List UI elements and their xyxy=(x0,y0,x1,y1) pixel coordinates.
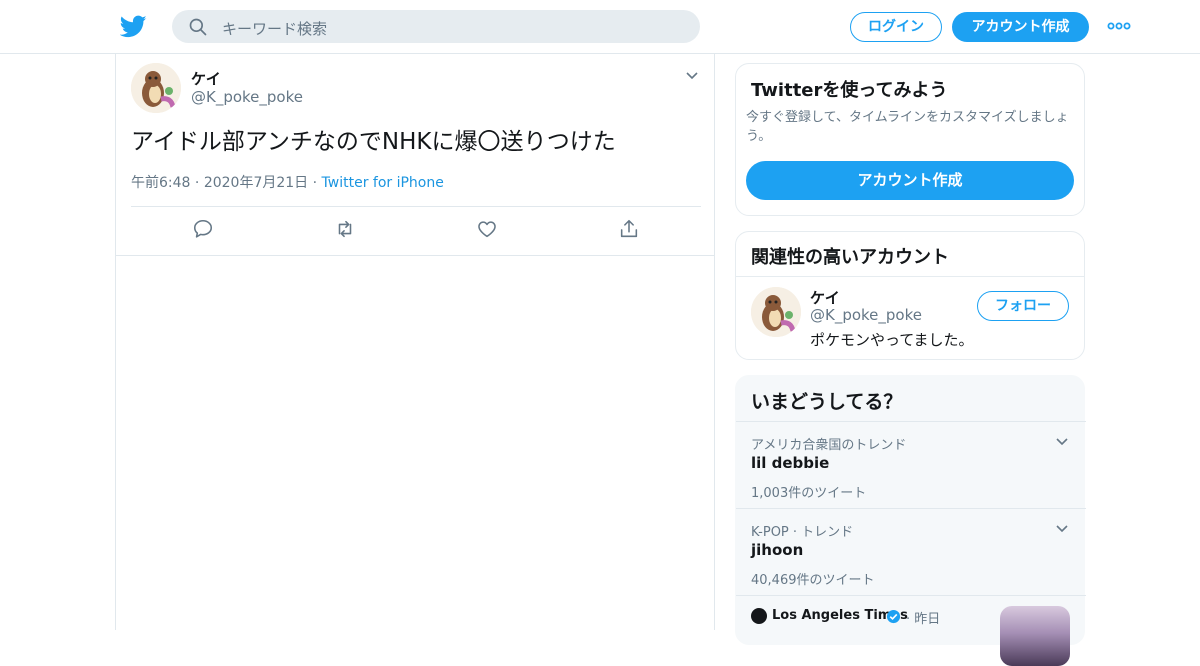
chevron-down-icon[interactable] xyxy=(684,68,700,84)
avatar[interactable] xyxy=(751,287,801,337)
avatar-image-icon xyxy=(751,287,801,337)
meta-separator: · xyxy=(312,175,322,191)
signup-button[interactable]: アカウント作成 xyxy=(952,12,1089,42)
related-account-handle[interactable]: @K_poke_poke xyxy=(810,306,922,324)
more-icon[interactable] xyxy=(1107,16,1131,36)
follow-button[interactable]: フォロー xyxy=(977,291,1069,321)
tweet-author-handle[interactable]: @K_poke_poke xyxy=(191,88,303,106)
tweet-text: アイドル部アンチなのでNHKに爆〇送りつけた xyxy=(131,129,616,155)
tweet-source-link[interactable]: Twitter for iPhone xyxy=(322,175,444,191)
top-navigation-bar: キーワード検索 ログイン アカウント作成 xyxy=(0,0,1200,54)
verified-badge-icon xyxy=(886,609,901,624)
related-account-name[interactable]: ケイ xyxy=(810,287,840,308)
search-box[interactable]: キーワード検索 xyxy=(172,10,700,43)
trend-item[interactable]: K-POP · トレンド jihoon 40,469件のツイート xyxy=(736,508,1086,595)
trend-count: 1,003件のツイート xyxy=(751,486,867,501)
meta-separator: · xyxy=(194,175,204,191)
search-icon xyxy=(189,18,207,36)
avatar[interactable] xyxy=(131,63,181,113)
publisher-logo-icon xyxy=(751,608,767,624)
news-item[interactable]: Los Angeles Times · 昨日 xyxy=(736,595,1086,666)
related-accounts-card: 関連性の高いアカウント ケイ @K_poke_poke ポケモンやってました。 … xyxy=(735,231,1085,360)
tweet-time[interactable]: 午前6:48 xyxy=(131,175,190,191)
heart-icon[interactable] xyxy=(476,218,498,240)
trend-count: 40,469件のツイート xyxy=(751,573,875,588)
tweet-date[interactable]: 2020年7月21日 xyxy=(204,175,308,191)
related-account-bio: ポケモンやってました。 xyxy=(810,331,974,349)
trend-item[interactable]: アメリカ合衆国のトレンド lil debbie 1,003件のツイート xyxy=(736,421,1086,508)
divider xyxy=(736,276,1084,277)
tweet-detail-column: ケイ @K_poke_poke アイドル部アンチなのでNHKに爆〇送りつけた 午… xyxy=(115,54,715,630)
signup-card: Twitterを使ってみよう 今すぐ登録して、タイムラインをカスタマイズしましょ… xyxy=(735,63,1085,216)
reply-icon[interactable] xyxy=(192,218,214,240)
trends-card: いまどうしてる？ アメリカ合衆国のトレンド lil debbie 1,003件の… xyxy=(735,375,1086,666)
signup-card-button[interactable]: アカウント作成 xyxy=(746,161,1074,200)
signup-card-title: Twitterを使ってみよう xyxy=(751,80,948,101)
twitter-bird-icon[interactable] xyxy=(120,13,147,40)
trend-category: アメリカ合衆国のトレンド xyxy=(751,438,907,453)
divider xyxy=(116,255,714,256)
share-icon[interactable] xyxy=(618,218,640,240)
login-button[interactable]: ログイン xyxy=(850,12,942,42)
tweet-meta: 午前6:48 · 2020年7月21日 · Twitter for iPhone xyxy=(131,172,444,192)
tweet-actions xyxy=(116,218,716,244)
chevron-down-icon[interactable] xyxy=(1054,521,1070,537)
avatar-image-icon xyxy=(131,63,181,113)
search-input[interactable]: キーワード検索 xyxy=(222,18,327,39)
news-thumbnail[interactable] xyxy=(1000,606,1070,666)
signup-card-description: 今すぐ登録して、タイムラインをカスタマイズしましょう。 xyxy=(746,110,1069,144)
chevron-down-icon[interactable] xyxy=(1054,434,1070,450)
related-accounts-title: 関連性の高いアカウント xyxy=(751,247,949,268)
retweet-icon[interactable] xyxy=(334,218,356,240)
trend-category: K-POP · トレンド xyxy=(751,525,854,540)
trends-title: いまどうしてる？ xyxy=(751,391,903,413)
tweet-author-name[interactable]: ケイ xyxy=(191,68,221,89)
divider xyxy=(131,206,701,207)
trend-name[interactable]: lil debbie xyxy=(751,454,829,472)
news-time: · 昨日 xyxy=(906,612,941,627)
trend-name[interactable]: jihoon xyxy=(751,541,803,559)
